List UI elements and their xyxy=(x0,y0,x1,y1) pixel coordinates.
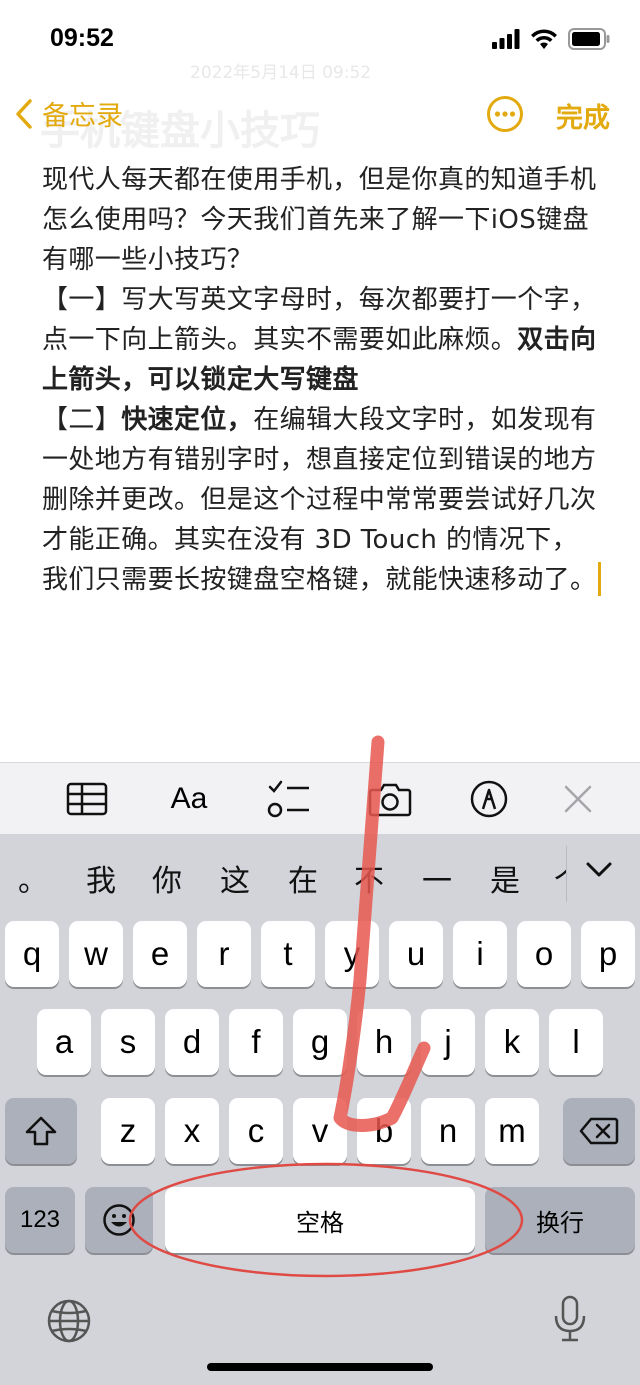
key-b[interactable]: b xyxy=(357,1098,411,1164)
expand-candidates-button[interactable] xyxy=(584,860,614,884)
key-e[interactable]: e xyxy=(133,921,187,987)
key-o[interactable]: o xyxy=(517,921,571,987)
candidate-item[interactable]: 这 xyxy=(220,856,250,900)
close-icon xyxy=(564,785,592,813)
table-button[interactable] xyxy=(64,779,110,819)
candidate-item[interactable]: 你 xyxy=(152,856,182,900)
text-format-icon: Aa xyxy=(170,782,208,815)
shift-key[interactable] xyxy=(5,1098,77,1164)
key-g[interactable]: g xyxy=(293,1009,347,1075)
key-z[interactable]: z xyxy=(101,1098,155,1164)
candidate-item[interactable]: 我 xyxy=(86,856,116,900)
return-key[interactable]: 换行 xyxy=(485,1187,635,1253)
key-n[interactable]: n xyxy=(421,1098,475,1164)
markup-button[interactable] xyxy=(468,779,510,819)
key-p[interactable]: p xyxy=(581,921,635,987)
key-f[interactable]: f xyxy=(229,1009,283,1075)
key-t[interactable]: t xyxy=(261,921,315,987)
microphone-icon xyxy=(554,1295,586,1342)
note-paragraph: 现代人每天都在使用手机，但是你真的知道手机怎么使用吗？今天我们首先来了解一下iO… xyxy=(42,165,597,275)
key-h[interactable]: h xyxy=(357,1009,411,1075)
key-u[interactable]: u xyxy=(389,921,443,987)
text-format-button[interactable]: Aa xyxy=(164,779,214,819)
key-x[interactable]: x xyxy=(165,1098,219,1164)
key-s[interactable]: s xyxy=(101,1009,155,1075)
candidate-item[interactable]: 不 xyxy=(354,856,384,900)
key-d[interactable]: d xyxy=(165,1009,219,1075)
candidate-item[interactable]: 是 xyxy=(490,856,520,900)
candidate-item[interactable]: 一 xyxy=(422,856,452,900)
key-y[interactable]: y xyxy=(325,921,379,987)
note-date: 2022年5月14日 09:52 xyxy=(190,63,372,83)
key-k[interactable]: k xyxy=(485,1009,539,1075)
key-a[interactable]: a xyxy=(37,1009,91,1075)
chevron-left-icon xyxy=(16,98,32,129)
more-button[interactable] xyxy=(486,95,524,137)
candidate-bar: 。 我 你 这 在 不 一 是 个 xyxy=(0,834,640,918)
table-icon xyxy=(66,782,108,816)
space-key[interactable]: 空格 xyxy=(165,1187,475,1253)
candidate-divider xyxy=(566,846,567,902)
status-time: 09:52 xyxy=(50,24,114,52)
note-paragraph: 【二】快速定位，在编辑大段文字时，如发现有一处地方有错别字时，想直接定位到错误的… xyxy=(42,400,602,600)
status-icons xyxy=(492,28,610,54)
key-i[interactable]: i xyxy=(453,921,507,987)
candidate-item[interactable]: 。 xyxy=(18,856,48,900)
battery-icon xyxy=(568,28,610,54)
keyboard: 。 我 你 这 在 不 一 是 个 q w e r t y u i o p a … xyxy=(0,834,640,1385)
back-button[interactable]: 备忘录 xyxy=(14,94,123,133)
candidate-item[interactable]: 个 xyxy=(554,856,566,900)
format-toolbar: Aa xyxy=(0,762,640,835)
back-label: 备忘录 xyxy=(42,101,123,132)
key-q[interactable]: q xyxy=(5,921,59,987)
dictation-button[interactable] xyxy=(550,1294,590,1348)
emoji-icon xyxy=(103,1204,135,1236)
key-r[interactable]: r xyxy=(197,921,251,987)
close-toolbar-button[interactable] xyxy=(560,779,596,819)
markup-icon xyxy=(470,780,508,818)
done-button[interactable]: 完成 xyxy=(556,96,610,135)
checklist-icon xyxy=(267,780,309,818)
globe-icon xyxy=(47,1299,91,1343)
chevron-down-icon xyxy=(586,862,612,877)
globe-button[interactable] xyxy=(46,1298,92,1348)
key-l[interactable]: l xyxy=(549,1009,603,1075)
emoji-key[interactable] xyxy=(85,1187,153,1253)
ellipsis-circle-icon xyxy=(487,96,523,132)
checklist-button[interactable] xyxy=(266,779,312,819)
camera-icon xyxy=(368,783,412,817)
backspace-icon xyxy=(579,1117,619,1145)
backspace-key[interactable] xyxy=(563,1098,635,1164)
key-v[interactable]: v xyxy=(293,1098,347,1164)
signal-icon xyxy=(492,29,520,53)
note-bold-text: 快速定位， xyxy=(121,405,254,435)
note-paragraph: 【一】写大写英文字母时，每次都要打一个字，点一下向上箭头。其实不需要如此麻烦。双… xyxy=(42,285,597,395)
shift-icon xyxy=(25,1116,57,1146)
key-m[interactable]: m xyxy=(485,1098,539,1164)
key-c[interactable]: c xyxy=(229,1098,283,1164)
home-indicator xyxy=(207,1363,433,1371)
key-j[interactable]: j xyxy=(421,1009,475,1075)
text-cursor xyxy=(598,562,602,596)
numbers-key[interactable]: 123 xyxy=(5,1187,75,1253)
key-w[interactable]: w xyxy=(69,921,123,987)
note-body[interactable]: 现代人每天都在使用手机，但是你真的知道手机怎么使用吗？今天我们首先来了解一下iO… xyxy=(42,160,602,600)
candidate-item[interactable]: 在 xyxy=(288,856,318,900)
camera-button[interactable] xyxy=(368,779,412,819)
wifi-icon xyxy=(530,29,558,53)
